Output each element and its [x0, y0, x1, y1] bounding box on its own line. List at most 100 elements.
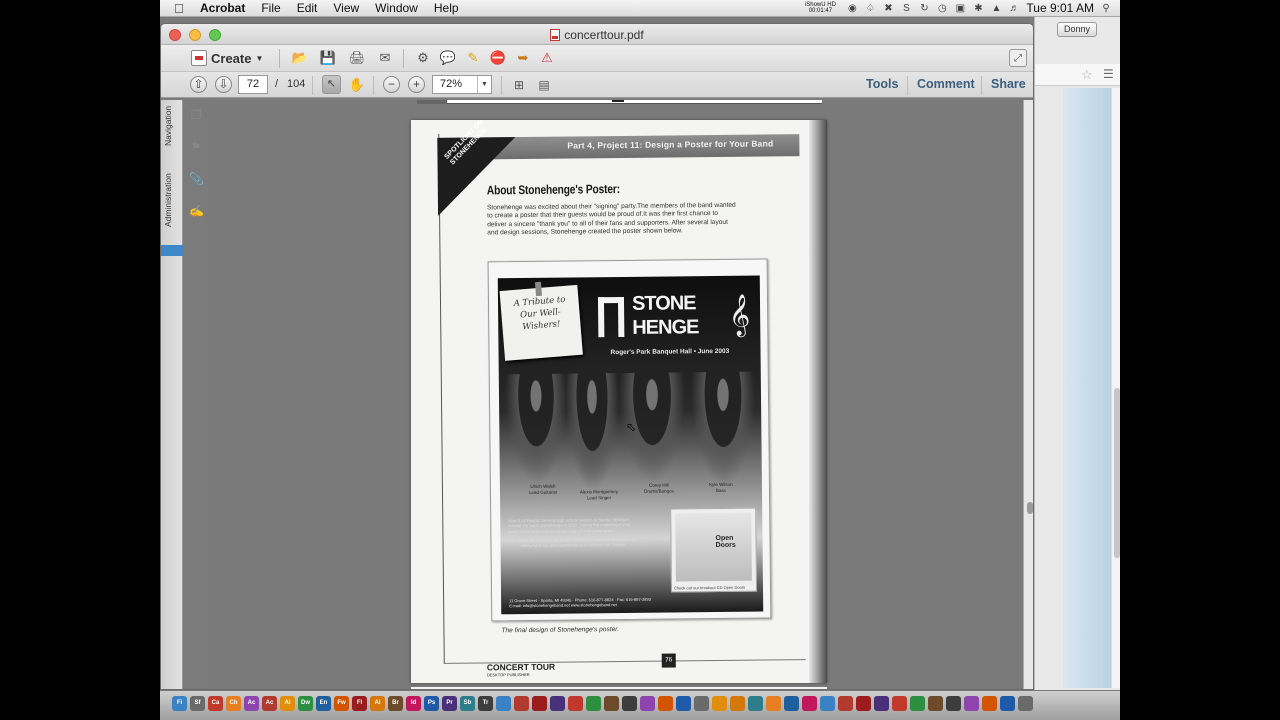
menu-window[interactable]: Window: [367, 1, 426, 15]
sync-icon[interactable]: ↻: [918, 3, 930, 14]
spotlight-search-icon[interactable]: ⚲: [1100, 3, 1112, 14]
bluetooth-icon[interactable]: ✱: [972, 3, 984, 14]
pdf-page[interactable]: Part 4, Project 11: Design a Poster for …: [411, 120, 827, 683]
dock-app-icon[interactable]: Fi: [172, 696, 187, 711]
menu-view[interactable]: View: [325, 1, 367, 15]
clock[interactable]: Tue 9:01 AM: [1026, 1, 1094, 15]
dock-app-icon[interactable]: [748, 696, 763, 711]
menu-app[interactable]: Acrobat: [192, 1, 253, 15]
page-number-input[interactable]: 72: [238, 75, 268, 94]
browser-scrollbar[interactable]: [1111, 88, 1120, 688]
next-page-icon[interactable]: ⇩: [215, 76, 232, 93]
dock-app-icon[interactable]: [892, 696, 907, 711]
email-icon[interactable]: ✉: [376, 49, 394, 67]
dock-app-icon[interactable]: [784, 696, 799, 711]
dock-app-icon[interactable]: Sf: [190, 696, 205, 711]
dock-app-icon[interactable]: [838, 696, 853, 711]
document-scroll-thumb[interactable]: [1027, 502, 1033, 514]
zoom-select[interactable]: 72% ▼: [432, 75, 492, 94]
dock-app-icon[interactable]: [946, 696, 961, 711]
dock-app-icon[interactable]: Fl: [352, 696, 367, 711]
comment-bubble-icon[interactable]: 💬: [439, 49, 457, 67]
bookmark-star-icon[interactable]: ☆: [1081, 67, 1093, 83]
print-icon[interactable]: 🖨: [348, 49, 366, 67]
dock-app-icon[interactable]: [586, 696, 601, 711]
bookmarks-icon[interactable]: ⚑: [189, 140, 203, 154]
dock-app-icon[interactable]: [694, 696, 709, 711]
comment-pane-button[interactable]: Comment: [917, 77, 975, 91]
document-view[interactable]: Part 4, Project 11: Design a Poster for …: [209, 100, 1033, 689]
dock-app-icon[interactable]: Id: [406, 696, 421, 711]
dock-app-icon[interactable]: Ac: [244, 696, 259, 711]
zoom-in-icon[interactable]: +: [408, 76, 425, 93]
apple-menu-icon[interactable]: : [174, 1, 192, 16]
volume-icon[interactable]: ♬: [1008, 3, 1020, 14]
dock-app-icon[interactable]: Fw: [334, 696, 349, 711]
save-icon[interactable]: 💾: [319, 49, 337, 67]
dock-app-icon[interactable]: Pr: [442, 696, 457, 711]
dock-app-icon[interactable]: [802, 696, 817, 711]
dock-app-icon[interactable]: Ai: [280, 696, 295, 711]
browser-menu-icon[interactable]: ☰: [1103, 67, 1114, 81]
fit-width-icon[interactable]: ⊞: [510, 76, 528, 94]
dock-app-icon[interactable]: Br: [388, 696, 403, 711]
menu-file[interactable]: File: [253, 1, 288, 15]
document-scrollbar[interactable]: [1023, 100, 1033, 689]
open-folder-icon[interactable]: 📂: [291, 49, 309, 67]
dock-app-icon[interactable]: [874, 696, 889, 711]
dock-app-icon[interactable]: [1018, 696, 1033, 711]
share-pane-button[interactable]: Share: [991, 77, 1026, 91]
dock-app-icon[interactable]: [820, 696, 835, 711]
dock-app-icon[interactable]: Dw: [298, 696, 313, 711]
browser-user-button[interactable]: Donny: [1057, 22, 1097, 37]
dock-app-icon[interactable]: [496, 696, 511, 711]
dock-app-icon[interactable]: [658, 696, 673, 711]
settings-gear-icon[interactable]: ⚙: [414, 49, 432, 67]
dock-app-icon[interactable]: [964, 696, 979, 711]
dock-app-icon[interactable]: [604, 696, 619, 711]
dock-app-icon[interactable]: Ca: [208, 696, 223, 711]
menu-edit[interactable]: Edit: [289, 1, 326, 15]
dock-app-icon[interactable]: Ch: [226, 696, 241, 711]
navigation-tab[interactable]: Navigation: [163, 102, 173, 146]
dock-app-icon[interactable]: Tr: [478, 696, 493, 711]
dock-app-icon[interactable]: [514, 696, 529, 711]
dock-app-icon[interactable]: [640, 696, 655, 711]
tools-pane-button[interactable]: Tools: [866, 77, 898, 91]
cross-app-icon[interactable]: ✖: [882, 3, 894, 14]
select-tool-icon[interactable]: ↖: [322, 75, 341, 94]
dock-app-icon[interactable]: Sb: [460, 696, 475, 711]
dock-app-icon[interactable]: En: [316, 696, 331, 711]
attachments-icon[interactable]: 📎: [189, 172, 204, 186]
dock-app-icon[interactable]: [622, 696, 637, 711]
recorder-icon[interactable]: ◉: [846, 3, 858, 14]
highlight-icon[interactable]: ✎: [464, 49, 482, 67]
signatures-icon[interactable]: ✍: [189, 204, 204, 218]
browser-scroll-thumb[interactable]: [1114, 388, 1120, 558]
redact-icon[interactable]: ⛔: [489, 49, 507, 67]
time-machine-icon[interactable]: ◷: [936, 3, 948, 14]
dock-app-icon[interactable]: [910, 696, 925, 711]
export-icon[interactable]: ➥: [514, 49, 532, 67]
skype-icon[interactable]: S: [900, 3, 912, 14]
dock-app-icon[interactable]: [730, 696, 745, 711]
page-thumbnails-icon[interactable]: ❐: [189, 108, 203, 122]
dock-app-icon[interactable]: [550, 696, 565, 711]
previous-page-icon[interactable]: ⇧: [190, 76, 207, 93]
dock-app-icon[interactable]: [568, 696, 583, 711]
wifi-icon[interactable]: ▲: [990, 3, 1002, 14]
window-titlebar[interactable]: concerttour.pdf: [161, 24, 1033, 45]
zoom-out-icon[interactable]: −: [383, 76, 400, 93]
fit-page-icon[interactable]: ▤: [535, 76, 553, 94]
dock-app-icon[interactable]: Ps: [424, 696, 439, 711]
administration-tab[interactable]: Administration: [163, 167, 173, 227]
dock-app-icon[interactable]: [982, 696, 997, 711]
display-icon[interactable]: ▣: [954, 3, 966, 14]
create-button[interactable]: Create ▼: [191, 48, 263, 68]
hand-tool-icon[interactable]: ✋: [348, 76, 366, 94]
dock-app-icon[interactable]: [856, 696, 871, 711]
dock-app-icon[interactable]: Ai: [370, 696, 385, 711]
dock-app-icon[interactable]: Ac: [262, 696, 277, 711]
dock-app-icon[interactable]: [532, 696, 547, 711]
dock-app-icon[interactable]: [1000, 696, 1015, 711]
